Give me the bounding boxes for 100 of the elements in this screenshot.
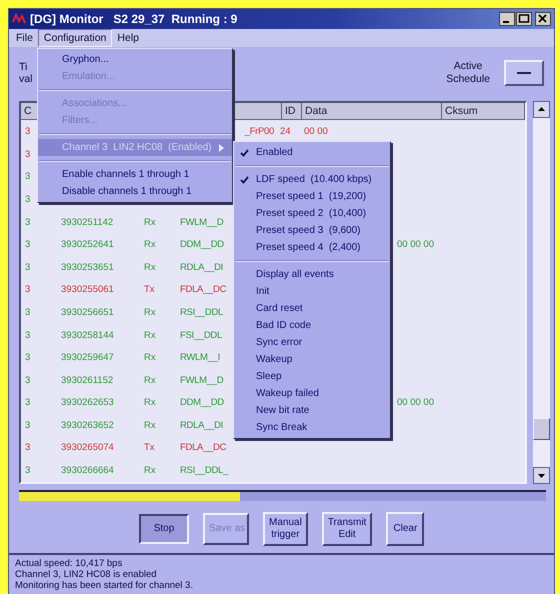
minimize-icon[interactable] (499, 12, 515, 26)
table-cell: Rx (144, 374, 156, 386)
menu-item[interactable]: Sync error (234, 334, 390, 351)
scrollbar[interactable] (533, 101, 550, 484)
column-header[interactable]: Cksum (442, 103, 525, 120)
table-cell: 3930259647 (61, 352, 114, 364)
submenu-arrow-icon (219, 144, 224, 152)
status-message: Monitoring has been started for channel 3. (15, 580, 194, 591)
table-cell: 3 (25, 330, 30, 341)
table-cell: 3930253651 (61, 262, 114, 273)
table-cell: 3 (25, 442, 30, 454)
close-icon[interactable] (535, 12, 551, 26)
app-icon (12, 12, 26, 25)
table-cell: FWLM__D (180, 374, 224, 386)
menu-item[interactable]: Wakeup (234, 351, 390, 368)
scroll-down-icon[interactable] (533, 466, 550, 484)
menu-item[interactable]: Enable channels 1 through 1 (38, 166, 232, 183)
table-cell: 3930265074 (61, 442, 114, 454)
table-cell: Tx (144, 284, 155, 296)
menu-bar-item[interactable]: Help (112, 30, 144, 46)
table-cell: 3930258144 (61, 330, 114, 341)
table-cell: Rx (144, 352, 156, 364)
scroll-thumb[interactable] (533, 418, 550, 440)
table-cell: RSI__DDL (180, 306, 224, 318)
table-cell: _FrP00 (244, 126, 274, 138)
menu-item[interactable]: Bad ID code (234, 317, 390, 334)
menu-bar-item[interactable]: File (11, 30, 38, 46)
schedule-button[interactable] (504, 60, 544, 86)
table-cell: Rx (144, 262, 156, 273)
field-label: Ti (19, 61, 28, 74)
menu-item[interactable]: Init (234, 283, 390, 300)
table-cell: 3 (25, 239, 30, 250)
table-cell: 3 (25, 420, 30, 431)
menu-item[interactable]: Preset speed 3 (9,600) (234, 222, 390, 239)
table-cell: 3 (25, 126, 30, 138)
table-cell: 3 (25, 306, 30, 318)
active-schedule-label: Active Schedule (446, 60, 490, 86)
menu-item[interactable]: Sleep (234, 368, 390, 385)
table-cell: 3 (25, 465, 30, 476)
status-message: Actual speed: 10,417 bps (15, 558, 124, 569)
menu-item[interactable]: Enabled (234, 144, 390, 161)
table-cell: 24 (280, 126, 291, 138)
table-cell: Rx (144, 239, 156, 250)
table-cell: 3930255061 (61, 284, 114, 296)
menu-item[interactable]: New bit rate (234, 402, 390, 419)
table-cell: 00 00 (304, 126, 328, 138)
table-cell: FDLA__DC (180, 284, 226, 296)
menu-bar-item[interactable]: Configuration (38, 28, 112, 47)
table-cell: FDLA__DC (180, 442, 226, 454)
table-cell: Tx (144, 442, 155, 454)
table-cell: RWLM__I (180, 352, 220, 364)
table-cell: Rx (144, 397, 156, 408)
menu-item[interactable]: Sync Break (234, 419, 390, 436)
maximize-icon[interactable] (516, 12, 532, 26)
menu-item[interactable]: LDF speed (10.400 kbps) (234, 171, 390, 188)
table-cell: DDM__DD (180, 397, 224, 408)
menu-item[interactable]: Preset speed 4 (2,400) (234, 239, 390, 256)
table-cell: RDLA__DI (180, 262, 224, 273)
menu-item[interactable]: Display all events (234, 266, 390, 283)
table-cell: 00 00 00 (397, 397, 434, 408)
action-button[interactable]: Stop (139, 514, 189, 544)
table-cell: 3930252641 (61, 239, 114, 250)
table-cell: 3 (25, 148, 30, 160)
table-cell: 3930266664 (61, 465, 114, 476)
column-header[interactable]: Data (302, 103, 442, 120)
status-message: Channel 3, LIN2 HC08 is enabled (15, 569, 158, 580)
table-cell: FSI__DDL (180, 330, 222, 341)
table-cell: Rx (144, 306, 156, 318)
menu-item[interactable]: Card reset (234, 300, 390, 317)
table-cell: 3 (25, 216, 30, 228)
table-cell: RDLA__DI (180, 420, 224, 431)
window-title: [DG] Monitor S2 29_37 Running : 9 (30, 12, 238, 26)
table-cell: FWLM__D (180, 216, 224, 228)
table-cell: Rx (144, 465, 156, 476)
menu-item[interactable]: Preset speed 1 (19,200) (234, 188, 390, 205)
table-cell: RSI__DDL_ (180, 465, 228, 476)
table-cell: 3930256651 (61, 306, 114, 318)
table-cell: 3 (25, 171, 30, 182)
menu-item[interactable]: Wakeup failed (234, 385, 390, 402)
action-button[interactable]: Clear (386, 512, 424, 546)
table-cell: 3930251142 (61, 216, 114, 228)
table-cell: 3 (25, 194, 30, 205)
table-cell: 3 (25, 352, 30, 364)
scroll-up-icon[interactable] (533, 101, 550, 118)
table-cell: 3930263652 (61, 420, 114, 431)
table-cell: Rx (144, 330, 156, 341)
table-cell: 3 (25, 397, 30, 408)
table-cell: 3930261152 (61, 374, 114, 386)
table-cell: Rx (144, 216, 156, 228)
table-cell: 00 00 00 (397, 239, 434, 250)
menu-item[interactable]: Gryphon... (38, 51, 232, 68)
column-header[interactable]: ID (282, 103, 302, 120)
table-cell: 3 (25, 374, 30, 386)
action-button[interactable]: Manual trigger (263, 512, 308, 546)
table-cell: 3 (25, 284, 30, 296)
menu-item[interactable]: Disable channels 1 through 1 (38, 183, 232, 200)
table-cell: 3 (25, 262, 30, 273)
action-button[interactable]: Transmit Edit (322, 512, 372, 546)
menu-item[interactable]: Preset speed 2 (10,400) (234, 205, 390, 222)
table-cell: Rx (144, 420, 156, 431)
